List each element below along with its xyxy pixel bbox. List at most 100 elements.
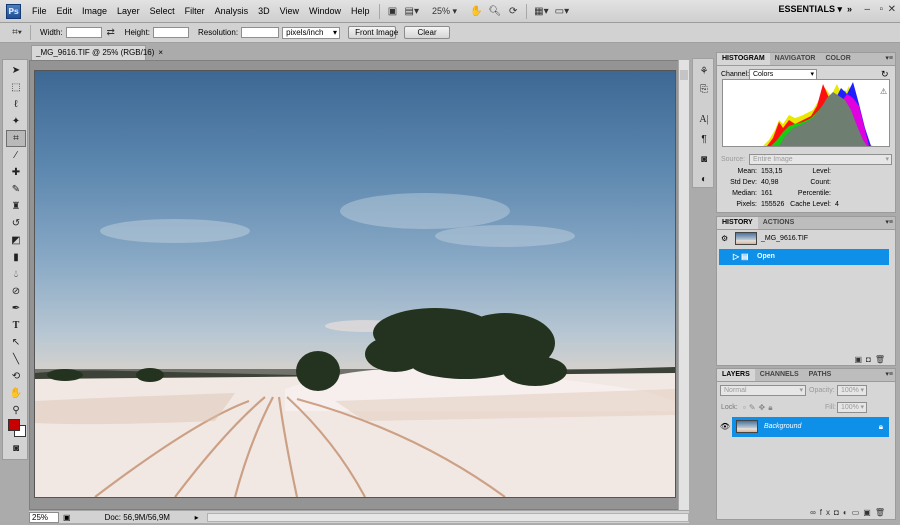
front-image-button[interactable]: Front Image	[348, 26, 398, 39]
delete-state-icon[interactable]: 🗑︎	[875, 355, 889, 364]
clone-source-icon[interactable]: ⎘	[695, 81, 713, 97]
workspace-switcher[interactable]: ESSENTIALS ▾ »	[778, 4, 852, 15]
blur-tool-icon[interactable]: 💧︎	[6, 266, 26, 283]
maximize-icon[interactable]: ▫	[879, 4, 883, 15]
magic-wand-tool-icon[interactable]: ✦	[6, 113, 26, 130]
status-menu-arrow-icon[interactable]: ▸	[195, 513, 199, 522]
menu-help[interactable]: Help	[346, 0, 375, 23]
history-item-open[interactable]: ▷ ▤ Open	[719, 249, 889, 265]
horizontal-scrollbar[interactable]	[206, 512, 689, 522]
history-snapshot[interactable]: ⚙ _MG_9616.TIF	[719, 231, 889, 247]
screen-mode-icon[interactable]: ▤▾	[402, 3, 422, 19]
zoom-level-dropdown[interactable]: 25% ▾	[422, 3, 467, 19]
tab-actions[interactable]: ACTIONS	[758, 217, 800, 229]
resolution-input[interactable]	[241, 27, 280, 38]
add-mask-icon[interactable]: ◘	[834, 508, 843, 517]
source-select[interactable]: Entire Image	[749, 154, 892, 165]
lock-icons[interactable]: ▫✎✥🔒︎	[743, 403, 776, 413]
hand-tool-icon[interactable]: ✋	[6, 385, 26, 402]
opacity-input[interactable]: 100%	[837, 385, 867, 396]
clear-button[interactable]: Clear	[404, 26, 451, 39]
tab-paths[interactable]: PATHS	[804, 369, 837, 381]
adjustment-layer-icon[interactable]: ◐	[843, 508, 852, 517]
blend-mode-select[interactable]: Normal	[720, 385, 806, 396]
crop-tool-preset-icon[interactable]: ⌗▾	[8, 25, 26, 41]
line-tool-icon[interactable]: ╲	[6, 351, 26, 368]
cache-warning-icon[interactable]: ⚠	[880, 87, 887, 96]
menu-filter[interactable]: Filter	[180, 0, 210, 23]
marquee-tool-icon[interactable]: ⬚	[6, 79, 26, 96]
menu-3d[interactable]: 3D	[253, 0, 275, 23]
pen-tool-icon[interactable]: ✒	[6, 300, 26, 317]
brush-tool-icon[interactable]: ✎	[6, 181, 26, 198]
rotate-view-icon[interactable]: ⟳	[504, 3, 522, 19]
bridge-icon[interactable]: ▣	[384, 3, 402, 19]
healing-brush-tool-icon[interactable]: ✚	[6, 164, 26, 181]
zoom-tool-icon[interactable]: 🔍︎	[485, 3, 504, 19]
swap-dimensions-icon[interactable]: ⇄	[102, 25, 120, 41]
menu-analysis[interactable]: Analysis	[210, 0, 254, 23]
scrollbar-arrow-up[interactable]	[680, 70, 688, 80]
arrange-documents-icon[interactable]: ▦▾	[531, 3, 551, 19]
menu-select[interactable]: Select	[145, 0, 180, 23]
panel-menu-icon[interactable]: ▾≡	[885, 217, 893, 229]
minimize-icon[interactable]: –	[864, 4, 870, 15]
layer-visibility-eye-icon[interactable]: 👁︎	[718, 417, 732, 437]
menu-image[interactable]: Image	[77, 0, 112, 23]
move-tool-icon[interactable]: ➤	[6, 62, 26, 79]
height-input[interactable]	[153, 27, 190, 38]
eyedropper-tool-icon[interactable]: ∕	[6, 147, 26, 164]
character-panel-icon[interactable]: A|	[695, 111, 713, 127]
delete-layer-icon[interactable]: 🗑︎	[875, 508, 889, 517]
brush-presets-icon[interactable]: ⚘	[695, 63, 713, 79]
masks-panel-icon[interactable]: ◐	[695, 171, 713, 187]
width-input[interactable]	[65, 27, 102, 38]
close-document-icon[interactable]: ×	[158, 48, 163, 57]
history-brush-source-icon[interactable]: ⚙	[721, 231, 728, 247]
tab-layers[interactable]: LAYERS	[717, 369, 755, 381]
panel-menu-icon[interactable]: ▾≡	[885, 369, 893, 381]
zoom-field[interactable]: 25%	[29, 511, 59, 523]
menu-view[interactable]: View	[275, 0, 304, 23]
gradient-tool-icon[interactable]: ▮	[6, 249, 26, 266]
crop-tool-icon[interactable]: ⌗	[6, 130, 26, 147]
tab-color[interactable]: COLOR	[821, 53, 856, 65]
zoom-tool-icon[interactable]: ⚲	[6, 402, 26, 419]
history-brush-tool-icon[interactable]: ↺	[6, 215, 26, 232]
info-panel-icon[interactable]: ◙	[695, 151, 713, 167]
eraser-tool-icon[interactable]: ◩	[6, 232, 26, 249]
new-group-icon[interactable]: ▭	[852, 508, 864, 517]
paragraph-panel-icon[interactable]: ¶	[695, 131, 713, 147]
tab-channels[interactable]: CHANNELS	[755, 369, 804, 381]
resolution-unit-select[interactable]: pixels/inch	[282, 26, 341, 39]
layer-background[interactable]: 👁︎ Background 🔒︎	[718, 417, 889, 437]
menu-file[interactable]: File	[27, 0, 52, 23]
foreground-color-swatch[interactable]	[8, 419, 20, 431]
close-icon[interactable]: ✕	[888, 4, 896, 15]
dodge-tool-icon[interactable]: ⊘	[6, 283, 26, 300]
fill-input[interactable]: 100%	[837, 402, 867, 413]
tab-history[interactable]: HISTORY	[717, 217, 758, 229]
menu-window[interactable]: Window	[304, 0, 346, 23]
menu-layer[interactable]: Layer	[112, 0, 145, 23]
vertical-scrollbar[interactable]	[678, 60, 689, 510]
tab-histogram[interactable]: HISTOGRAM	[717, 53, 770, 65]
path-selection-tool-icon[interactable]: ↖	[6, 334, 26, 351]
hand-tool-icon[interactable]: ✋	[467, 3, 485, 19]
menu-edit[interactable]: Edit	[52, 0, 78, 23]
type-tool-icon[interactable]: T	[6, 317, 26, 334]
panel-menu-icon[interactable]: ▾≡	[885, 53, 893, 65]
clone-stamp-tool-icon[interactable]: ♜	[6, 198, 26, 215]
new-snapshot-icon[interactable]: ◘	[866, 355, 875, 364]
3d-rotate-tool-icon[interactable]: ⟲	[6, 368, 26, 385]
link-layers-icon[interactable]: ∞	[810, 508, 820, 517]
new-layer-icon[interactable]: ▣	[863, 508, 875, 517]
image-canvas[interactable]	[34, 70, 676, 498]
status-info-icon[interactable]: ▣	[63, 513, 71, 522]
screen-mode-menu-icon[interactable]: ▭▾	[552, 3, 572, 19]
quick-mask-icon[interactable]: ◙	[6, 440, 26, 457]
lasso-tool-icon[interactable]: ℓ	[6, 96, 26, 113]
document-tab[interactable]: _MG_9616.TIF @ 25% (RGB/16) ×	[31, 45, 163, 60]
tab-navigator[interactable]: NAVIGATOR	[770, 53, 821, 65]
new-document-from-state-icon[interactable]: ▣	[854, 355, 866, 364]
